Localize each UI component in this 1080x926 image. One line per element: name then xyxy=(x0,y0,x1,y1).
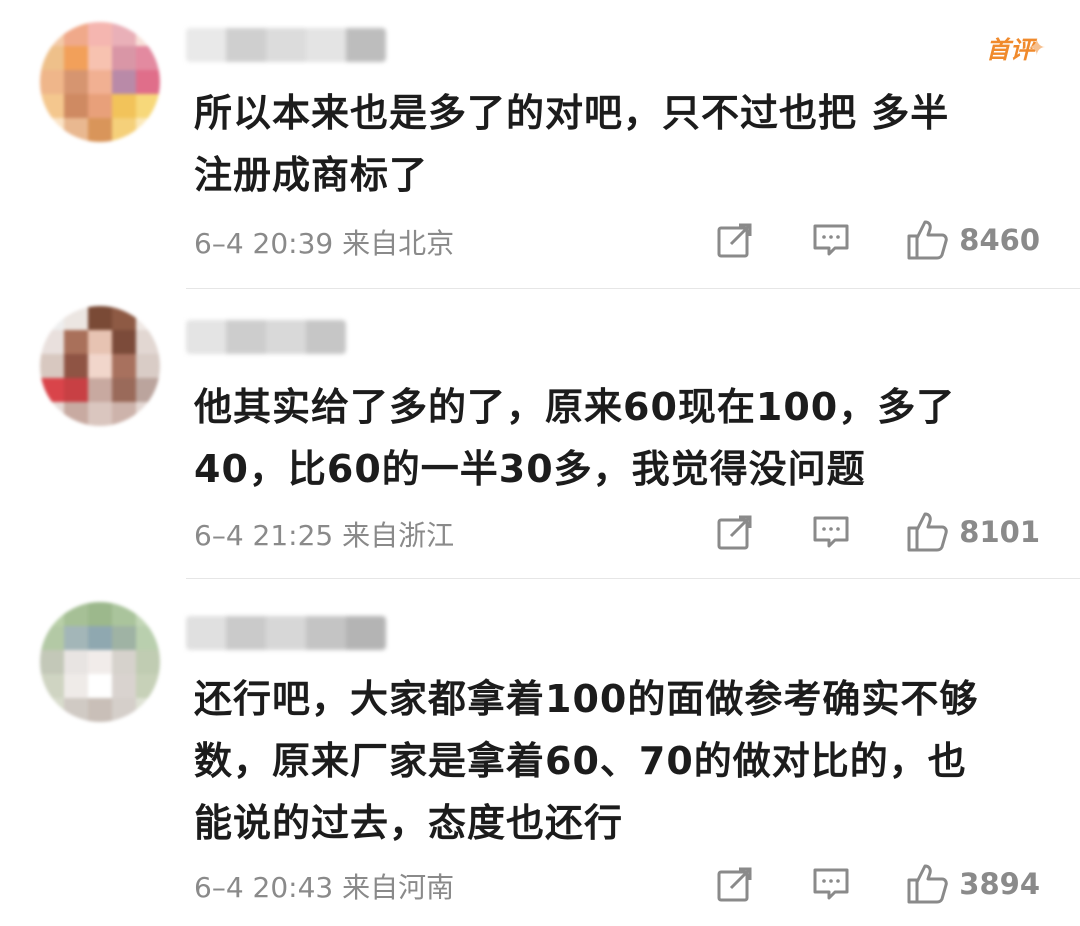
timestamp: 6–4 20:43 xyxy=(194,871,334,904)
comment-text: 所以本来也是多了的对吧，只不过也把 多半 注册成商标了 xyxy=(194,91,950,197)
like-count: 8101 xyxy=(959,515,1040,549)
like-button[interactable]: 8101 xyxy=(905,510,1040,554)
location: 来自河南 xyxy=(342,871,455,904)
avatar[interactable] xyxy=(40,306,160,426)
comment-actions: 3894 xyxy=(715,862,1040,906)
avatar[interactable] xyxy=(40,602,160,722)
thumbs-up-icon xyxy=(907,864,949,904)
thumbs-up-icon xyxy=(907,220,949,260)
location: 来自浙江 xyxy=(342,519,455,552)
share-icon xyxy=(717,223,752,258)
comment-meta: 6–4 20:39 来自北京 xyxy=(194,222,454,262)
username-blurred[interactable] xyxy=(186,28,386,62)
like-count: 8460 xyxy=(959,223,1040,257)
like-count: 3894 xyxy=(959,867,1040,901)
divider xyxy=(186,578,1080,579)
comment-icon xyxy=(813,868,849,900)
comment-text: 还行吧，大家都拿着100的面做参考确实不够 数，原来厂家是拿着60、70的做对比… xyxy=(194,677,979,845)
username-blurred[interactable] xyxy=(186,616,386,650)
comment-meta: 6–4 21:25 来自浙江 xyxy=(194,514,454,554)
avatar[interactable] xyxy=(40,22,160,142)
username-blurred[interactable] xyxy=(186,320,346,354)
share-button[interactable] xyxy=(715,512,755,552)
share-icon xyxy=(717,515,752,550)
comment-icon xyxy=(813,224,849,256)
divider xyxy=(186,288,1080,289)
location: 来自北京 xyxy=(342,227,455,260)
comment-actions: 8460 xyxy=(715,218,1040,262)
comment-meta: 6–4 20:43 来自河南 xyxy=(194,866,454,906)
share-button[interactable] xyxy=(715,220,755,260)
comment-item: 他其实给了多的了，原来60现在100，多了 40，比60的一半30多，我觉得没问… xyxy=(0,290,1080,580)
comment-actions: 8101 xyxy=(715,510,1040,554)
sparkle-icon: ✦ xyxy=(1027,36,1046,61)
like-button[interactable]: 8460 xyxy=(905,218,1040,262)
comment-item: 首评 ✦ 所以本来也是多了的对吧，只不过也把 多半 注册成商标了 6–4 20:… xyxy=(0,0,1080,290)
comment-icon xyxy=(813,516,849,548)
comment-button[interactable] xyxy=(811,220,851,260)
share-icon xyxy=(717,867,752,902)
like-button[interactable]: 3894 xyxy=(905,862,1040,906)
thumbs-up-icon xyxy=(907,512,949,552)
timestamp: 6–4 21:25 xyxy=(194,519,334,552)
comment-button[interactable] xyxy=(811,512,851,552)
timestamp: 6–4 20:39 xyxy=(194,227,334,260)
comment-button[interactable] xyxy=(811,864,851,904)
comment-item: 还行吧，大家都拿着100的面做参考确实不够 数，原来厂家是拿着60、70的做对比… xyxy=(0,580,1080,926)
comment-text: 他其实给了多的了，原来60现在100，多了 40，比60的一半30多，我觉得没问… xyxy=(194,385,956,491)
share-button[interactable] xyxy=(715,864,755,904)
